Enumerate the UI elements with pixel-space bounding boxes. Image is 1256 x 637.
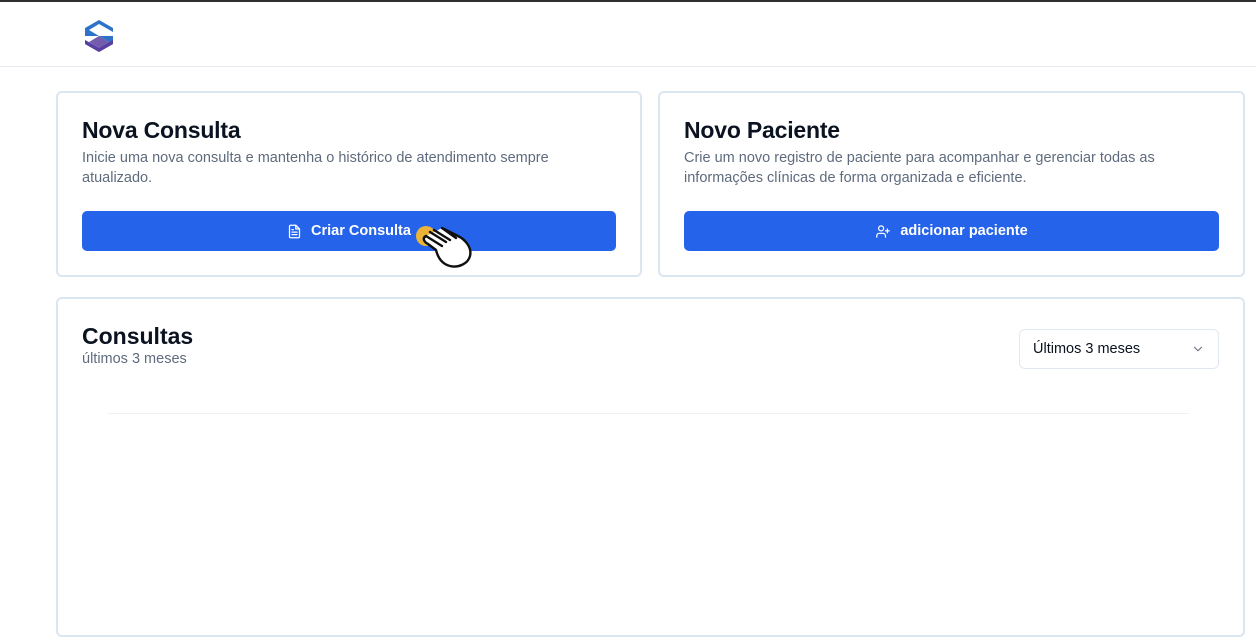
new-consultation-description: Inicie uma nova consulta e mantenha o hi… [82, 150, 549, 186]
time-range-value: Últimos 3 meses [1033, 341, 1141, 357]
app-header [0, 2, 1256, 67]
new-patient-description: Crie um novo registro de paciente para a… [684, 150, 1155, 186]
new-patient-card: Novo Paciente Crie um novo registro de p… [658, 91, 1245, 277]
time-range-select[interactable]: Últimos 3 meses [1019, 329, 1219, 369]
app-logo[interactable] [83, 19, 115, 53]
chevron-down-icon [1193, 346, 1203, 352]
consultations-subtitle: últimos 3 meses [82, 351, 187, 367]
create-consultation-button[interactable]: Criar Consulta [82, 211, 616, 251]
add-patient-button[interactable]: adicionar paciente [684, 211, 1219, 251]
consultations-title: Consultas [82, 323, 194, 349]
user-plus-icon [876, 224, 891, 238]
chart-gridline [108, 413, 1189, 414]
file-text-icon [288, 224, 301, 238]
new-consultation-card: Nova Consulta Inicie uma nova consulta e… [56, 91, 642, 277]
logo-s-hexagon-icon [85, 20, 113, 52]
consultations-chart-area [108, 413, 1189, 613]
new-consultation-title: Nova Consulta [82, 117, 241, 143]
add-patient-label: adicionar paciente [900, 223, 1028, 239]
consultations-chart-card: Consultas últimos 3 meses Últimos 3 mese… [56, 297, 1245, 637]
new-patient-title: Novo Paciente [684, 117, 840, 143]
create-consultation-label: Criar Consulta [311, 223, 411, 239]
